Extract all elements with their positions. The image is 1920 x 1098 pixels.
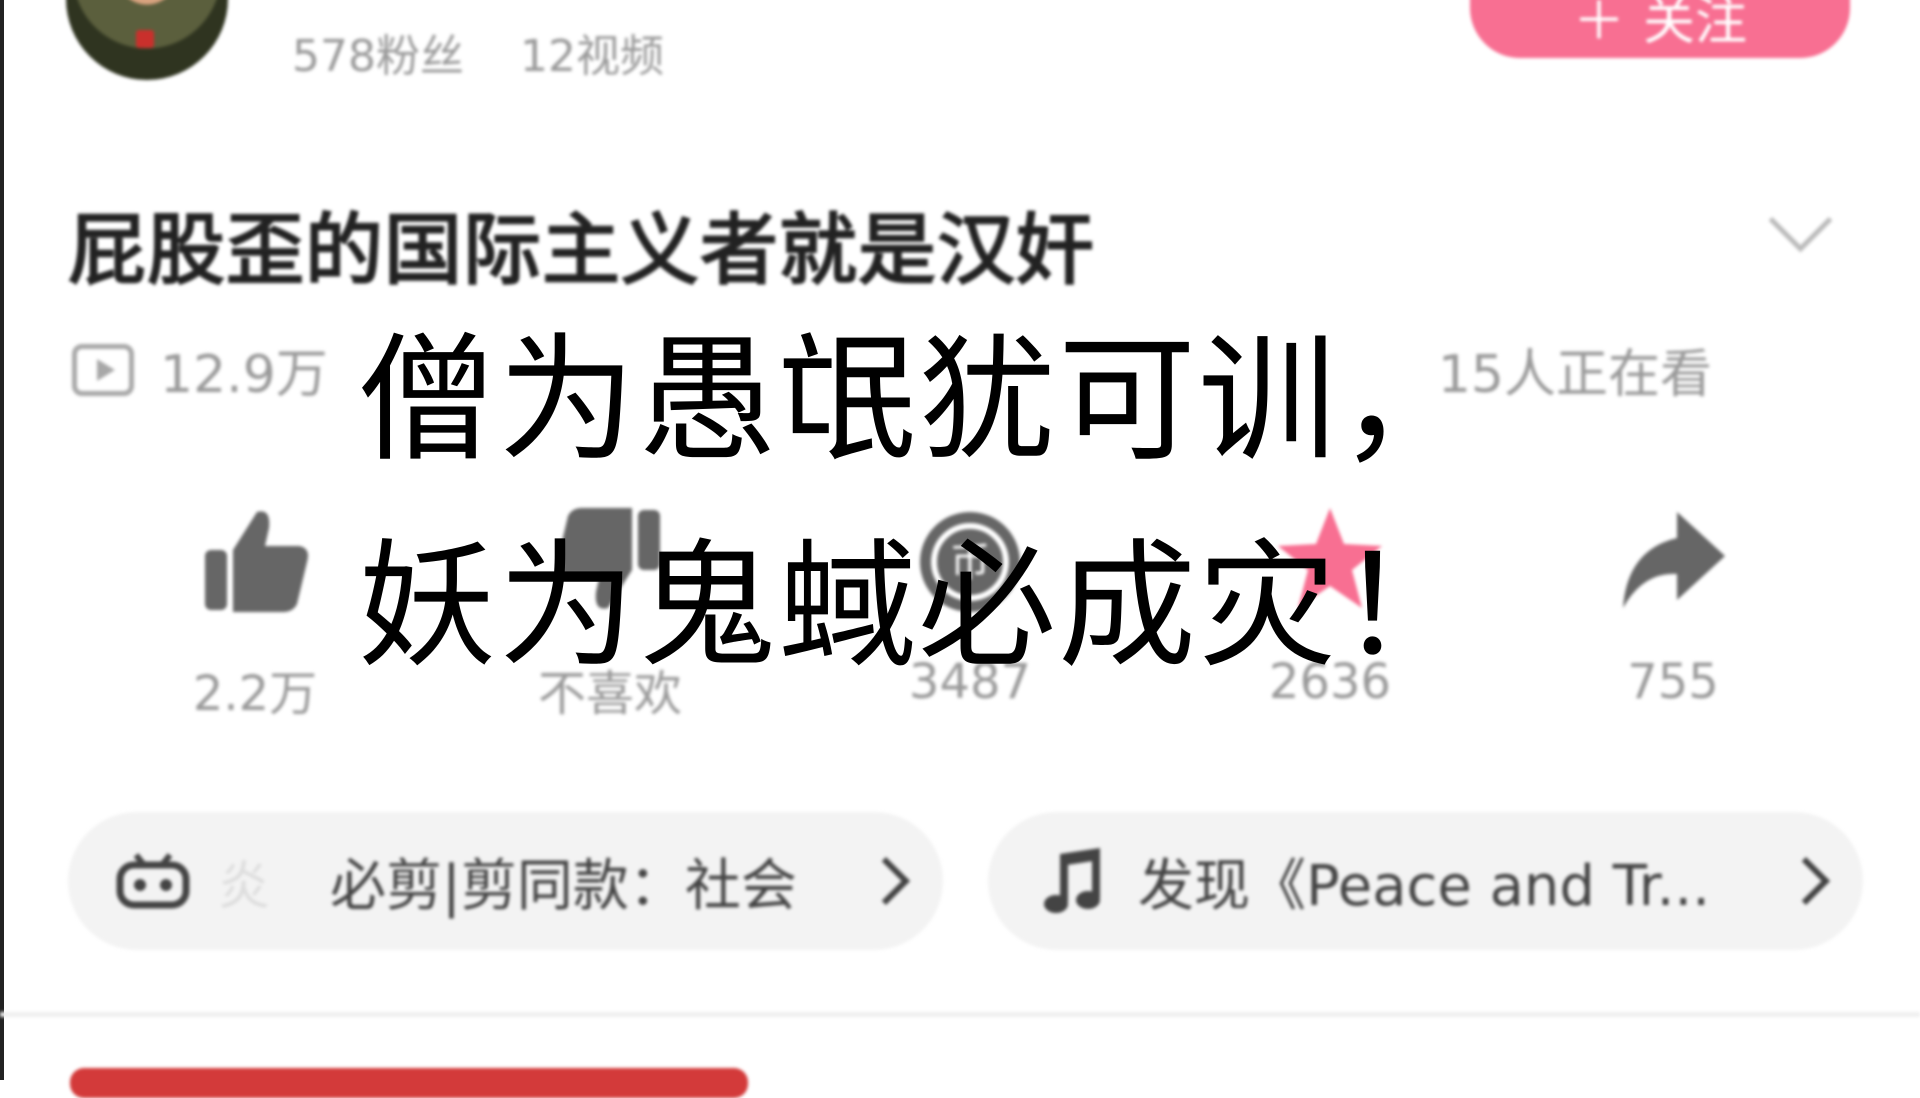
thumbs-up-icon bbox=[140, 500, 370, 620]
follow-label: 关注 bbox=[1643, 0, 1748, 52]
chevron-down-icon[interactable] bbox=[1768, 188, 1833, 253]
screen-edge bbox=[0, 0, 4, 1080]
channel-stats: 578粉丝 12视频 bbox=[292, 20, 664, 84]
chevron-right-icon bbox=[1781, 856, 1831, 906]
view-count: 12.9万 bbox=[160, 345, 328, 405]
tag-music-text: 发现《Peace and Tr... bbox=[1138, 853, 1711, 919]
flame-icon: 炎 bbox=[218, 856, 271, 917]
uploader-avatar[interactable] bbox=[66, 0, 228, 80]
tag-chip-template[interactable]: 炎 必剪|剪同款：社会 bbox=[68, 812, 943, 950]
bijian-icon bbox=[108, 846, 198, 916]
follow-button[interactable]: ＋ 关注 bbox=[1470, 0, 1850, 58]
section-divider bbox=[0, 1012, 1920, 1017]
subtitle-line-2: 妖为鬼蜮必成灾！ bbox=[358, 526, 1479, 687]
music-note-icon bbox=[1028, 846, 1118, 916]
avatar-badge bbox=[136, 30, 154, 48]
tag-chip-music[interactable]: 发现《Peace and Tr... bbox=[988, 812, 1863, 950]
like-count: 2.2万 bbox=[192, 666, 318, 722]
subtitle-overlay: 僧为愚氓犹可训， 妖为鬼蜮必成灾！ bbox=[358, 298, 1478, 710]
plus-icon: ＋ bbox=[1572, 0, 1625, 52]
tag-template-text: 必剪|剪同款：社会 bbox=[330, 853, 797, 919]
share-button[interactable]: 755 bbox=[1558, 500, 1788, 710]
bottom-tab-indicator bbox=[70, 1068, 748, 1098]
video-count: 12视频 bbox=[519, 31, 664, 82]
like-button[interactable]: 2.2万 bbox=[140, 500, 370, 724]
share-icon bbox=[1558, 500, 1788, 620]
chevron-right-icon bbox=[861, 856, 911, 906]
subtitle-line-1: 僧为愚氓犹可训， bbox=[358, 320, 1479, 481]
video-title: 屁股歪的国际主义者就是汉奸 bbox=[68, 206, 1096, 296]
watching-count: 15人正在看 bbox=[1437, 345, 1712, 405]
fans-count: 578粉丝 bbox=[292, 31, 464, 82]
play-count-icon bbox=[72, 343, 134, 396]
share-count: 755 bbox=[1627, 654, 1719, 710]
